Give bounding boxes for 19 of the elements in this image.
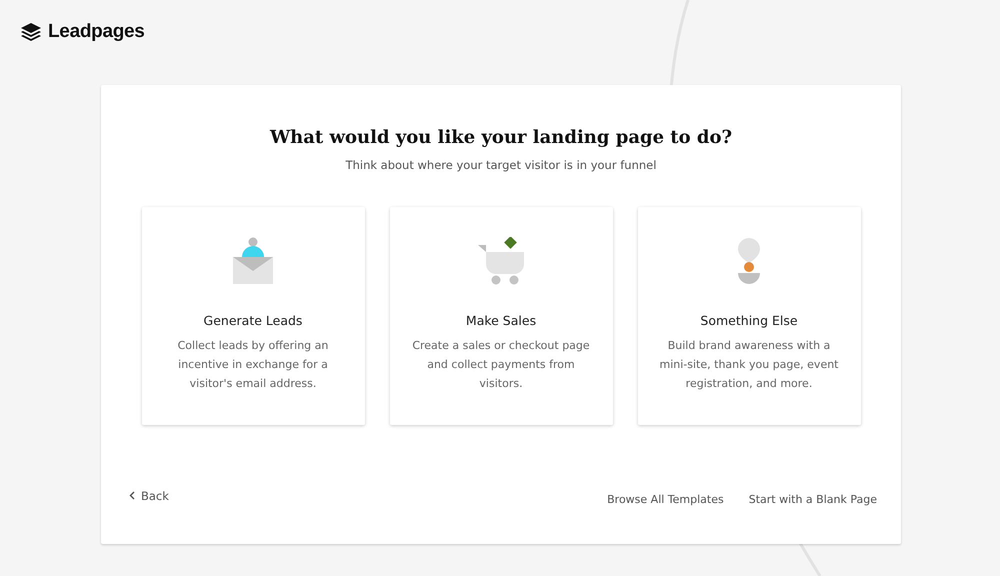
option-card[interactable]: Make Sales Create a sales or checkout page and collect payments from visitors. — [390, 207, 612, 425]
brand-logo: Leadpages — [48, 21, 145, 43]
option-title: Something Else — [700, 313, 798, 328]
option-card[interactable]: Generate Leads Collect leads by offering an incentive in exchange for a visitor's email address. — [142, 207, 364, 425]
footer-link[interactable]: Browse All Templates — [607, 493, 724, 506]
back-link[interactable]: Back — [141, 488, 169, 502]
option-description: Build brand awareness with a mini-site, thank you page, event registration, and more. — [659, 338, 839, 392]
option-title: Generate Leads — [204, 313, 302, 328]
option-description: Collect leads by offering an incentive in exchange for a visitor's email address. — [176, 338, 330, 392]
stacked-layers-icon — [20, 22, 42, 42]
dialog-subtitle: Think about where your target visitor is in your funnel — [346, 158, 656, 172]
option-title: Make Sales — [466, 313, 536, 328]
envelope-icon — [232, 237, 274, 285]
chevron-left-icon — [129, 491, 135, 500]
option-description: Create a sales or checkout page and collect payments from visitors. — [411, 338, 591, 392]
footer-link[interactable]: Start with a Blank Page — [748, 493, 877, 506]
option-card[interactable]: Something Else Build brand awareness with a mini-site, thank you page, event registration, and more. — [638, 207, 860, 425]
shopping-cart-icon — [476, 237, 526, 285]
dialog-title: What would you like your landing page to do? — [270, 127, 732, 148]
